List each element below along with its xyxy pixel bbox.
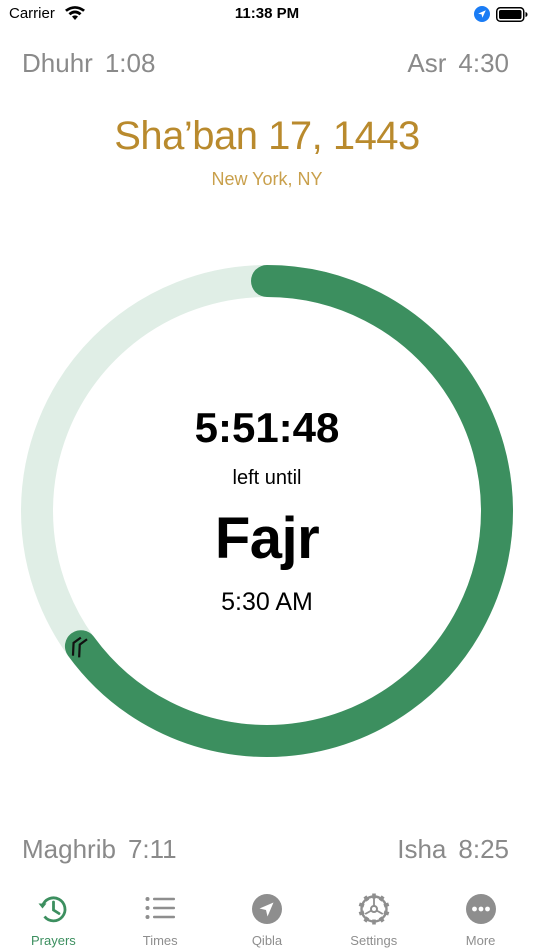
tab-label: Qibla xyxy=(251,933,283,948)
history-clock-icon xyxy=(38,896,67,923)
prayer-time: 7:11 xyxy=(127,834,177,864)
prayer-isha: Isha 8:25 xyxy=(397,834,509,865)
tab-settings[interactable]: Settings xyxy=(320,882,427,950)
prayer-name: Maghrib xyxy=(22,834,116,864)
ellipsis-icon xyxy=(465,894,496,924)
next-prayer-name: Fajr xyxy=(214,506,320,571)
tab-label: More xyxy=(465,933,496,948)
next-prayer-time: 5:30 AM xyxy=(221,588,313,616)
tab-label: Times xyxy=(142,933,178,948)
prayer-maghrib: Maghrib 7:11 xyxy=(22,834,177,865)
countdown-timer: 5:51:48 xyxy=(194,404,340,451)
compass-arrow-icon xyxy=(251,894,282,924)
tab-more[interactable]: More xyxy=(427,882,534,950)
tab-label: Settings xyxy=(350,933,398,948)
list-icon xyxy=(145,897,176,919)
tab-times[interactable]: Times xyxy=(107,882,214,950)
prayer-name: Isha xyxy=(397,834,447,864)
countdown-caption: left until xyxy=(232,467,302,489)
tab-qibla[interactable]: Qibla xyxy=(214,882,321,950)
gear-icon xyxy=(358,893,390,925)
tab-bar: Prayers Times Qibla Settings More xyxy=(0,882,534,950)
tab-label: Prayers xyxy=(31,933,76,948)
tab-prayers[interactable]: Prayers xyxy=(0,882,107,950)
prayer-time: 8:25 xyxy=(458,834,509,864)
